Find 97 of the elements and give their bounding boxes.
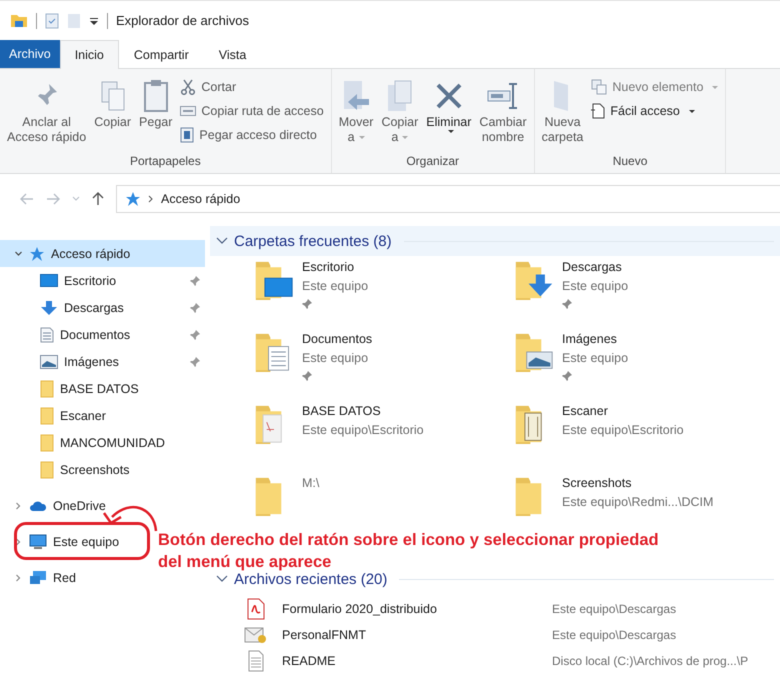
folder-tile[interactable]: M:\ xyxy=(254,474,514,518)
folder-location: Este equipo\Escritorio xyxy=(562,422,684,439)
group-label: Nuevo xyxy=(612,153,648,170)
forward-arrow-icon[interactable] xyxy=(46,193,60,205)
chevron-right-icon xyxy=(14,502,23,510)
properties-icon[interactable] xyxy=(45,12,59,28)
star-icon xyxy=(29,246,45,262)
folder-name: BASE DATOS xyxy=(302,403,382,420)
monitor-icon xyxy=(29,534,47,550)
group-label: Organizar xyxy=(405,153,460,170)
chevron-down-icon[interactable] xyxy=(72,196,80,202)
folder-name: Escritorio xyxy=(302,259,356,276)
up-arrow-icon[interactable] xyxy=(92,192,104,206)
ribbon-button[interactable]: Copiar xyxy=(91,71,134,151)
ribbon-button[interactable]: Copiar ruta de acceso xyxy=(177,100,327,122)
ribbon-button[interactable]: Mover a xyxy=(336,71,376,151)
back-arrow-icon[interactable] xyxy=(20,193,34,205)
sidebar-item[interactable]: Escaner xyxy=(0,402,205,429)
scissors-icon xyxy=(180,79,196,95)
image-icon xyxy=(40,354,58,368)
chevron-down-icon xyxy=(216,237,228,245)
sidebar-item[interactable]: OneDrive xyxy=(0,492,112,519)
folder-tile[interactable]: Escritorio Este equipo xyxy=(254,258,514,309)
file-location: Este equipo\Descargas xyxy=(552,602,676,616)
window-title: Explorador de archivos xyxy=(116,13,249,28)
sidebar-item[interactable]: Escritorio xyxy=(0,267,205,294)
chevron-down-icon xyxy=(216,575,228,583)
ribbon-tab[interactable]: Inicio xyxy=(60,40,119,69)
sidebar-item[interactable]: Documentos xyxy=(0,321,205,348)
copy-icon xyxy=(100,80,126,112)
folder-tile[interactable]: Descargas Este equipo xyxy=(514,258,780,309)
folder-location: Este equipo\Escritorio xyxy=(302,422,424,439)
sidebar-item[interactable]: Imágenes xyxy=(0,348,205,375)
sidebar-item[interactable]: Acceso rápido xyxy=(0,240,205,267)
group-label: Portapapeles xyxy=(128,153,202,170)
file-name: README xyxy=(282,654,336,668)
folder-location: M:\ xyxy=(302,475,320,492)
folder-location: Este equipo xyxy=(562,278,628,295)
file-row[interactable]: Formulario 2020_distribuido Este equipo\Descargas xyxy=(244,596,780,622)
section-header[interactable]: Carpetas frecuentes (8) xyxy=(210,226,780,256)
clipboard-icon xyxy=(142,79,169,113)
folder-location: Este equipo xyxy=(302,350,370,367)
chevron-down-icon xyxy=(14,250,23,256)
address-bar[interactable]: Acceso rápido xyxy=(116,185,780,213)
ribbon-button[interactable]: Pegar acceso directo xyxy=(177,124,327,146)
ribbon-button[interactable]: Fácil acceso xyxy=(588,100,722,122)
ribbon-button[interactable]: Nuevo elemento xyxy=(588,76,722,98)
document-icon xyxy=(40,326,54,342)
chevron-right-icon xyxy=(14,574,23,582)
path-icon xyxy=(180,106,196,116)
annotation-text: Botón derecho del ratón sobre el icono y seleccionar propiedad del menú que aparece xyxy=(158,530,659,573)
chevron-right-icon xyxy=(14,538,23,546)
sidebar-item[interactable]: BASE DATOS xyxy=(0,375,205,402)
delete-icon xyxy=(434,81,464,111)
sidebar-item[interactable]: Red xyxy=(0,564,82,591)
ribbon-button[interactable]: Eliminar xyxy=(423,71,474,151)
star-icon xyxy=(125,191,141,207)
file-location: Disco local (C:)\Archivos de prog...\P xyxy=(552,654,748,668)
folder-tile[interactable]: BASE DATOS Este equipo\Escritorio xyxy=(254,402,514,446)
file-row[interactable]: PersonalFNMT Este equipo\Descargas xyxy=(244,622,780,648)
sidebar-item[interactable]: Descargas xyxy=(0,294,205,321)
folder-tile[interactable]: Escaner Este equipo\Escritorio xyxy=(514,402,780,446)
ribbon-button[interactable]: Cortar xyxy=(177,76,327,98)
network-icon xyxy=(29,570,47,586)
folder-name: Documentos xyxy=(302,331,372,348)
desktop-icon xyxy=(40,274,58,288)
file-row[interactable]: README Disco local (C:)\Archivos de prog...\P xyxy=(244,648,780,674)
file-tab[interactable]: Archivo xyxy=(0,40,60,68)
file-name: Formulario 2020_distribuido xyxy=(282,602,438,616)
folder-location: Este equipo\Redmi...\DCIM xyxy=(562,494,714,511)
ribbon-button[interactable]: Copiar a xyxy=(378,71,422,151)
download-arrow-icon xyxy=(40,300,58,316)
sidebar-item[interactable]: MANCOMUNIDAD xyxy=(0,429,205,456)
cloud-icon xyxy=(29,500,47,512)
sidebar-item[interactable]: Este equipo xyxy=(0,528,126,555)
ribbon-button[interactable]: Nueva carpeta xyxy=(538,71,586,151)
folder-name: Imágenes xyxy=(562,331,618,348)
new-item-icon xyxy=(591,79,608,95)
folder-tile[interactable]: Documentos Este equipo xyxy=(254,330,514,381)
chevron-right-icon xyxy=(148,195,154,203)
shortcut-icon xyxy=(180,127,194,143)
folder-location: Este equipo xyxy=(302,278,368,295)
folder-name: Descargas xyxy=(562,259,623,276)
ribbon-button[interactable]: Anclar al Acceso rápido xyxy=(4,71,90,151)
folder-tile[interactable]: Imágenes Este equipo xyxy=(514,330,780,381)
ribbon-button[interactable]: Pegar xyxy=(136,71,176,151)
document-icon xyxy=(591,103,606,119)
ribbon-button[interactable]: Cambiar nombre xyxy=(476,71,530,151)
file-name: PersonalFNMT xyxy=(282,628,368,642)
sidebar-item[interactable]: Screenshots xyxy=(0,456,205,483)
folder-name: Escaner xyxy=(562,403,609,420)
dropdown-icon[interactable] xyxy=(89,16,99,26)
file-location: Este equipo\Descargas xyxy=(552,628,676,642)
folder-location: Este equipo xyxy=(562,350,628,367)
move-icon xyxy=(341,79,372,113)
folder-name: Screenshots xyxy=(562,475,632,492)
folder-tile[interactable]: Screenshots Este equipo\Redmi...\DCIM xyxy=(514,474,780,518)
